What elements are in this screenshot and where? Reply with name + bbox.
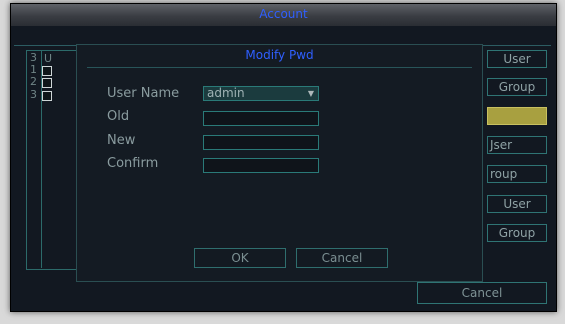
modify-user-button[interactable]: Jser bbox=[487, 136, 547, 154]
modify-group-button[interactable]: roup bbox=[487, 165, 547, 183]
user-name-label: User Name bbox=[107, 86, 180, 101]
row-checkbox[interactable] bbox=[42, 78, 52, 88]
dialog-separator bbox=[87, 67, 472, 68]
add-group-button[interactable]: Group bbox=[487, 78, 547, 96]
cancel-button[interactable]: Cancel bbox=[417, 282, 547, 304]
row-checkbox[interactable] bbox=[42, 66, 52, 76]
dialog-title: Modify Pwd bbox=[245, 48, 314, 62]
new-password-field[interactable] bbox=[203, 135, 319, 150]
delete-group-button[interactable]: Group bbox=[487, 224, 547, 242]
old-password-label: Old bbox=[107, 109, 130, 124]
delete-user-button[interactable]: User bbox=[487, 195, 547, 213]
dialog-cancel-button[interactable]: Cancel bbox=[296, 248, 388, 268]
title-bar: Account bbox=[11, 4, 556, 26]
modify-pwd-dialog: Modify Pwd User Name admin ▼ Old New Con… bbox=[76, 44, 483, 282]
row-checkbox[interactable] bbox=[42, 91, 52, 101]
modify-pwd-button[interactable] bbox=[487, 107, 547, 125]
user-name-select[interactable]: admin ▼ bbox=[203, 86, 319, 101]
new-password-label: New bbox=[107, 133, 136, 148]
ok-button[interactable]: OK bbox=[194, 248, 286, 268]
confirm-password-field[interactable] bbox=[203, 158, 319, 173]
user-name-value: admin bbox=[207, 86, 245, 100]
chevron-down-icon: ▼ bbox=[307, 89, 314, 98]
old-password-field[interactable] bbox=[203, 111, 319, 126]
confirm-password-label: Confirm bbox=[107, 156, 159, 171]
window-title: Account bbox=[259, 7, 308, 21]
add-user-button[interactable]: User bbox=[487, 50, 547, 68]
